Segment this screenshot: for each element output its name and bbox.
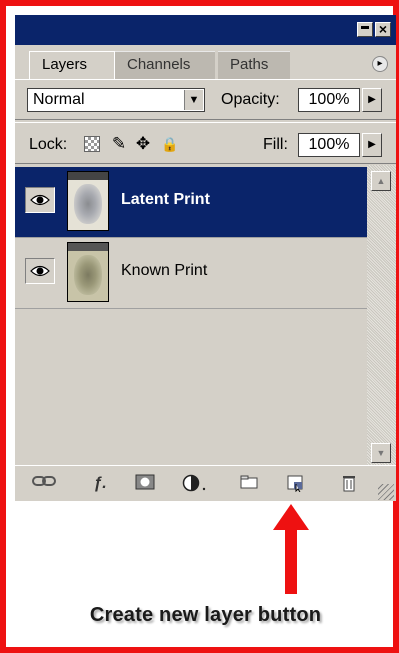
tab-row: Layers Channels Paths ▸ (15, 45, 396, 79)
blend-mode-select[interactable]: Normal ▼ (27, 88, 205, 112)
fill-label: Fill: (263, 136, 288, 153)
palette-titlebar[interactable]: × (15, 15, 396, 45)
trash-icon[interactable] (337, 474, 361, 494)
resize-grip-icon[interactable] (378, 484, 394, 500)
close-button[interactable]: × (375, 21, 391, 37)
layer-row-latent-print[interactable]: Latent Print (15, 167, 367, 238)
minimize-button[interactable] (357, 22, 373, 37)
palette-bottom-bar: ƒ. (15, 465, 396, 501)
adjustment-layer-icon[interactable] (180, 474, 210, 494)
lock-fill-row: Lock: ✎ ✥ 🔒 Fill: 100% ▶ (15, 125, 396, 163)
lock-transparency-icon[interactable] (84, 136, 100, 152)
lock-position-move-icon[interactable]: ✥ (133, 134, 153, 154)
fingerprint-image (74, 255, 102, 295)
lock-all-padlock-icon[interactable]: 🔒 (160, 134, 180, 154)
scroll-down-button[interactable]: ▼ (371, 443, 391, 463)
visibility-toggle[interactable] (25, 187, 55, 213)
layer-thumbnail (67, 171, 109, 231)
layers-list: Latent Print Known Print ▲ ▼ (15, 165, 396, 465)
tab-channels[interactable]: Channels (115, 51, 215, 79)
opacity-input[interactable]: 100% (298, 88, 360, 112)
tab-layers[interactable]: Layers (29, 51, 115, 79)
blend-mode-value: Normal (33, 91, 85, 108)
layers-palette: × Layers Channels Paths ▸ Normal ▼ Opaci… (15, 15, 396, 501)
visibility-toggle[interactable] (25, 258, 55, 284)
tab-paths[interactable]: Paths (218, 51, 290, 79)
blend-opacity-row: Normal ▼ Opacity: 100% ▶ (15, 79, 396, 118)
layer-row-known-print[interactable]: Known Print (15, 238, 367, 309)
annotation-frame: × Layers Channels Paths ▸ Normal ▼ Opaci… (0, 0, 399, 653)
fingerprint-image (74, 184, 102, 224)
vertical-scrollbar[interactable]: ▲ ▼ (367, 165, 396, 465)
layer-name: Latent Print (121, 191, 210, 208)
divider (15, 119, 396, 123)
opacity-slider-button[interactable]: ▶ (362, 88, 382, 112)
annotation-arrow-icon (273, 504, 309, 594)
close-icon: × (378, 21, 388, 37)
chevron-down-icon[interactable]: ▼ (184, 90, 203, 110)
eye-icon (30, 265, 50, 277)
opacity-label: Opacity: (221, 91, 280, 108)
fill-slider-button[interactable]: ▶ (362, 133, 382, 157)
layer-style-icon[interactable]: ƒ. (87, 474, 113, 494)
palette-menu-button[interactable]: ▸ (372, 56, 388, 72)
link-icon[interactable] (31, 474, 57, 494)
layer-name: Known Print (121, 262, 208, 279)
layer-mask-icon[interactable] (133, 474, 157, 494)
lock-label: Lock: (29, 136, 68, 153)
eye-icon (30, 194, 50, 206)
fill-input[interactable]: 100% (298, 133, 360, 157)
scroll-up-button[interactable]: ▲ (371, 171, 391, 191)
annotation-caption: Create new layer button (89, 604, 322, 626)
new-layer-icon[interactable] (283, 474, 307, 494)
lock-image-brush-icon[interactable]: ✎ (109, 134, 129, 154)
layer-thumbnail (67, 242, 109, 302)
folder-icon[interactable] (237, 474, 261, 494)
